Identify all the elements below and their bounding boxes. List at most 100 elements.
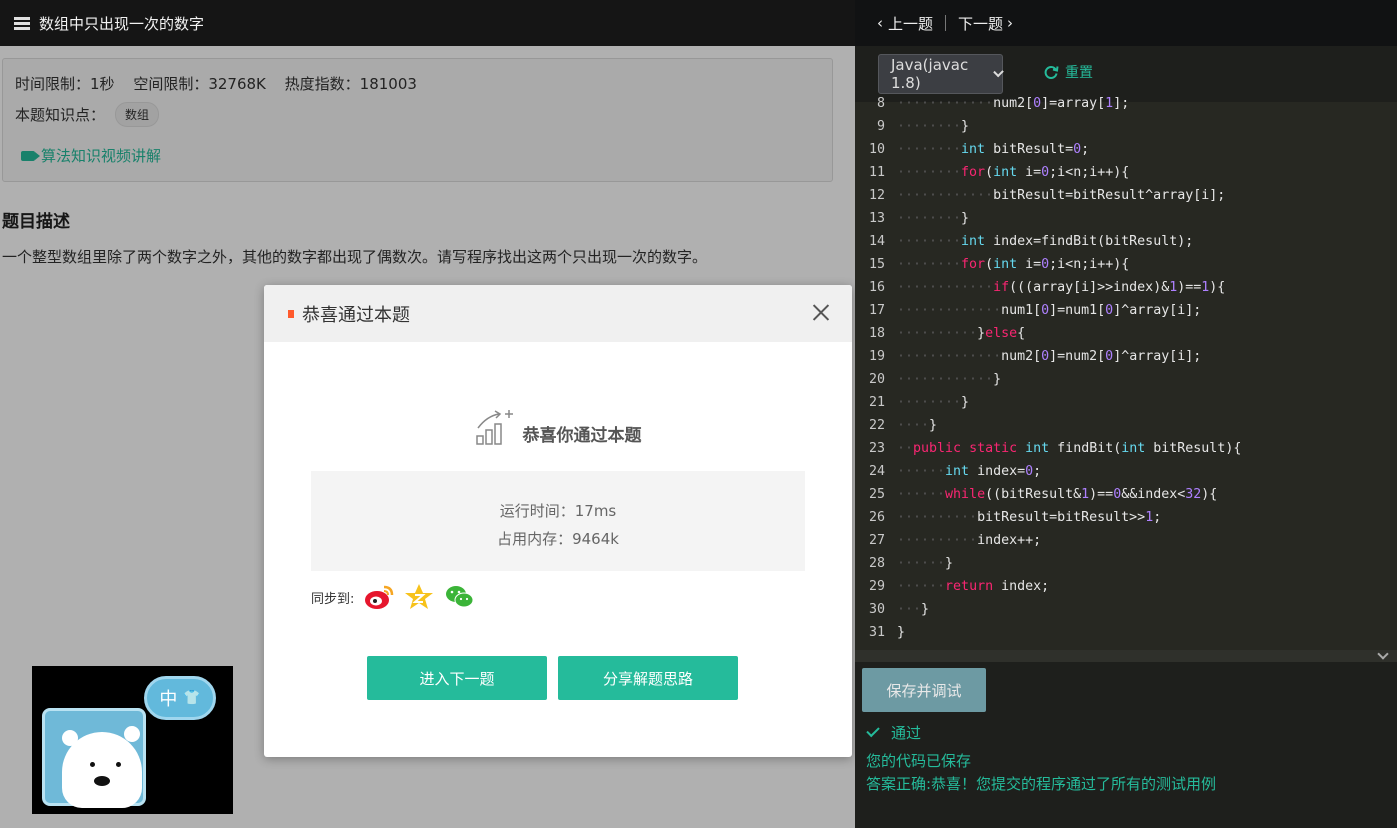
close-icon[interactable]	[812, 303, 830, 321]
next-problem-link[interactable]: 下一题	[958, 13, 1003, 34]
line-number: 25	[868, 487, 885, 502]
code-line[interactable]: 27 ··········index++;	[855, 529, 1397, 552]
code-line[interactable]: 11 ········for(int i=0;i<n;i++){	[855, 161, 1397, 184]
code-line[interactable]: 10 ········int bitResult=0;	[855, 138, 1397, 161]
line-number: 26	[868, 510, 885, 525]
code-line[interactable]: 13 ········}	[855, 207, 1397, 230]
code-line[interactable]: 17 ·············num1[0]=num1[0]^array[i];	[855, 299, 1397, 322]
line-number: 30	[868, 602, 885, 617]
code-text[interactable]: ············bitResult=bitResult^array[i]…	[897, 184, 1225, 207]
code-line[interactable]: 23 ··public static int findBit(int bitRes…	[855, 437, 1397, 460]
line-number: 19	[868, 349, 885, 364]
chevron-down-icon[interactable]	[1377, 648, 1389, 660]
code-text[interactable]: ······int index=0;	[897, 460, 1041, 483]
wechat-icon[interactable]	[444, 583, 474, 611]
code-text[interactable]: ········}	[897, 115, 969, 138]
code-line[interactable]: 9 ········}	[855, 115, 1397, 138]
code-line[interactable]: 16 ············if(((array[i]>>index)&1)==…	[855, 276, 1397, 299]
code-line[interactable]: 29 ······return index;	[855, 575, 1397, 598]
code-line[interactable]: 21 ········}	[855, 391, 1397, 414]
problem-header: 数组中只出现一次的数字	[0, 0, 855, 46]
save-and-debug-button[interactable]: 保存并调试	[862, 668, 986, 712]
nav-divider	[945, 15, 947, 31]
code-line[interactable]: 30 ···}	[855, 598, 1397, 621]
weibo-icon[interactable]	[364, 583, 394, 611]
code-text[interactable]: ······}	[897, 552, 953, 575]
problem-title: 数组中只出现一次的数字	[39, 14, 205, 33]
code-text[interactable]: ·············num2[0]=num2[0]^array[i];	[897, 345, 1201, 368]
share-solution-button[interactable]: 分享解题思路	[558, 656, 738, 700]
code-text[interactable]: }	[897, 621, 905, 644]
code-editor[interactable]: 8 ············num2[0]=array[1]; 9 ········}…	[855, 92, 1397, 650]
code-line[interactable]: 8 ············num2[0]=array[1];	[855, 92, 1397, 115]
horizontal-scrollbar[interactable]	[855, 648, 1397, 662]
title-marker	[288, 309, 294, 318]
pass-status: 通过	[866, 722, 922, 743]
code-text[interactable]: ······return index;	[897, 575, 1049, 598]
code-text[interactable]: ···}	[897, 598, 929, 621]
code-text[interactable]: ········}	[897, 207, 969, 230]
code-text[interactable]: ·············num1[0]=num1[0]^array[i];	[897, 299, 1201, 322]
qzone-icon[interactable]	[404, 583, 434, 611]
shirt-icon: 👕	[183, 690, 201, 706]
bear-nose	[94, 776, 110, 786]
line-number: 29	[868, 579, 885, 594]
code-line[interactable]: 20 ············}	[855, 368, 1397, 391]
code-line[interactable]: 28 ······}	[855, 552, 1397, 575]
bear-eye-left	[90, 762, 95, 767]
pass-label: 通过	[891, 724, 922, 742]
mascot-widget[interactable]: 中 👕	[32, 666, 233, 814]
mascot-label: 中	[159, 689, 178, 710]
line-number: 13	[868, 211, 885, 226]
line-number: 9	[876, 119, 885, 134]
code-text[interactable]: ······while((bitResult&1)==0&&index<32){	[897, 483, 1217, 506]
code-text[interactable]: ··public static int findBit(int bitResul…	[897, 437, 1241, 460]
refresh-icon	[1044, 66, 1059, 79]
code-text[interactable]: ····}	[897, 414, 937, 437]
problem-nav: ‹ 上一题 下一题 ›	[855, 0, 1397, 46]
code-line[interactable]: 31}	[855, 621, 1397, 644]
code-line[interactable]: 24 ······int index=0;	[855, 460, 1397, 483]
code-line[interactable]: 14 ········int index=findBit(bitResult);	[855, 230, 1397, 253]
line-number: 14	[868, 234, 885, 249]
reset-label[interactable]: 重置	[1065, 62, 1093, 82]
saved-message: 您的代码已保存	[866, 752, 972, 770]
code-line[interactable]: 15 ········for(int i=0;i<n;i++){	[855, 253, 1397, 276]
line-number: 23	[868, 441, 885, 456]
growth-chart-icon	[475, 409, 513, 445]
line-number: 12	[868, 188, 885, 203]
chevron-left-icon: ‹	[877, 14, 883, 32]
code-text[interactable]: ········for(int i=0;i<n;i++){	[897, 161, 1129, 184]
modal-header: 恭喜通过本题	[264, 285, 852, 342]
code-line[interactable]: 26 ··········bitResult=bitResult>>1;	[855, 506, 1397, 529]
line-number: 20	[868, 372, 885, 387]
code-text[interactable]: ········int bitResult=0;	[897, 138, 1089, 161]
code-text[interactable]: ··········bitResult=bitResult>>1;	[897, 506, 1161, 529]
code-text[interactable]: ········}	[897, 391, 969, 414]
reset-button[interactable]: 重置	[1043, 62, 1093, 82]
line-number: 27	[868, 533, 885, 548]
code-line[interactable]: 22 ····}	[855, 414, 1397, 437]
code-text[interactable]: ··········index++;	[897, 529, 1041, 552]
line-number: 24	[868, 464, 885, 479]
next-problem-button[interactable]: 进入下一题	[367, 656, 547, 700]
line-number: 22	[868, 418, 885, 433]
chevron-right-icon: ›	[1007, 14, 1014, 32]
run-time: 运行时间：17ms	[499, 502, 617, 520]
code-line[interactable]: 25 ······while((bitResult&1)==0&&index<32…	[855, 483, 1397, 506]
code-line[interactable]: 19 ·············num2[0]=num2[0]^array[i];	[855, 345, 1397, 368]
code-line[interactable]: 18 ··········}else{	[855, 322, 1397, 345]
language-select[interactable]: Java(javac 1.8)	[878, 54, 1004, 94]
code-text[interactable]: ········int index=findBit(bitResult);	[897, 230, 1193, 253]
prev-problem-link[interactable]: 上一题	[888, 13, 933, 34]
code-text[interactable]: ··········}else{	[897, 322, 1025, 345]
code-line[interactable]: 12 ············bitResult=bitResult^array[…	[855, 184, 1397, 207]
line-number: 16	[868, 280, 885, 295]
sync-label: 同步到:	[311, 591, 355, 607]
code-text[interactable]: ········for(int i=0;i<n;i++){	[897, 253, 1129, 276]
result-message: 答案正确:恭喜！您提交的程序通过了所有的测试用例	[866, 775, 1217, 793]
code-text[interactable]: ············num2[0]=array[1];	[897, 92, 1129, 115]
code-text[interactable]: ············}	[897, 368, 1001, 391]
code-text[interactable]: ············if(((array[i]>>index)&1)==1)…	[897, 276, 1225, 299]
chevron-down-icon	[993, 66, 1004, 78]
